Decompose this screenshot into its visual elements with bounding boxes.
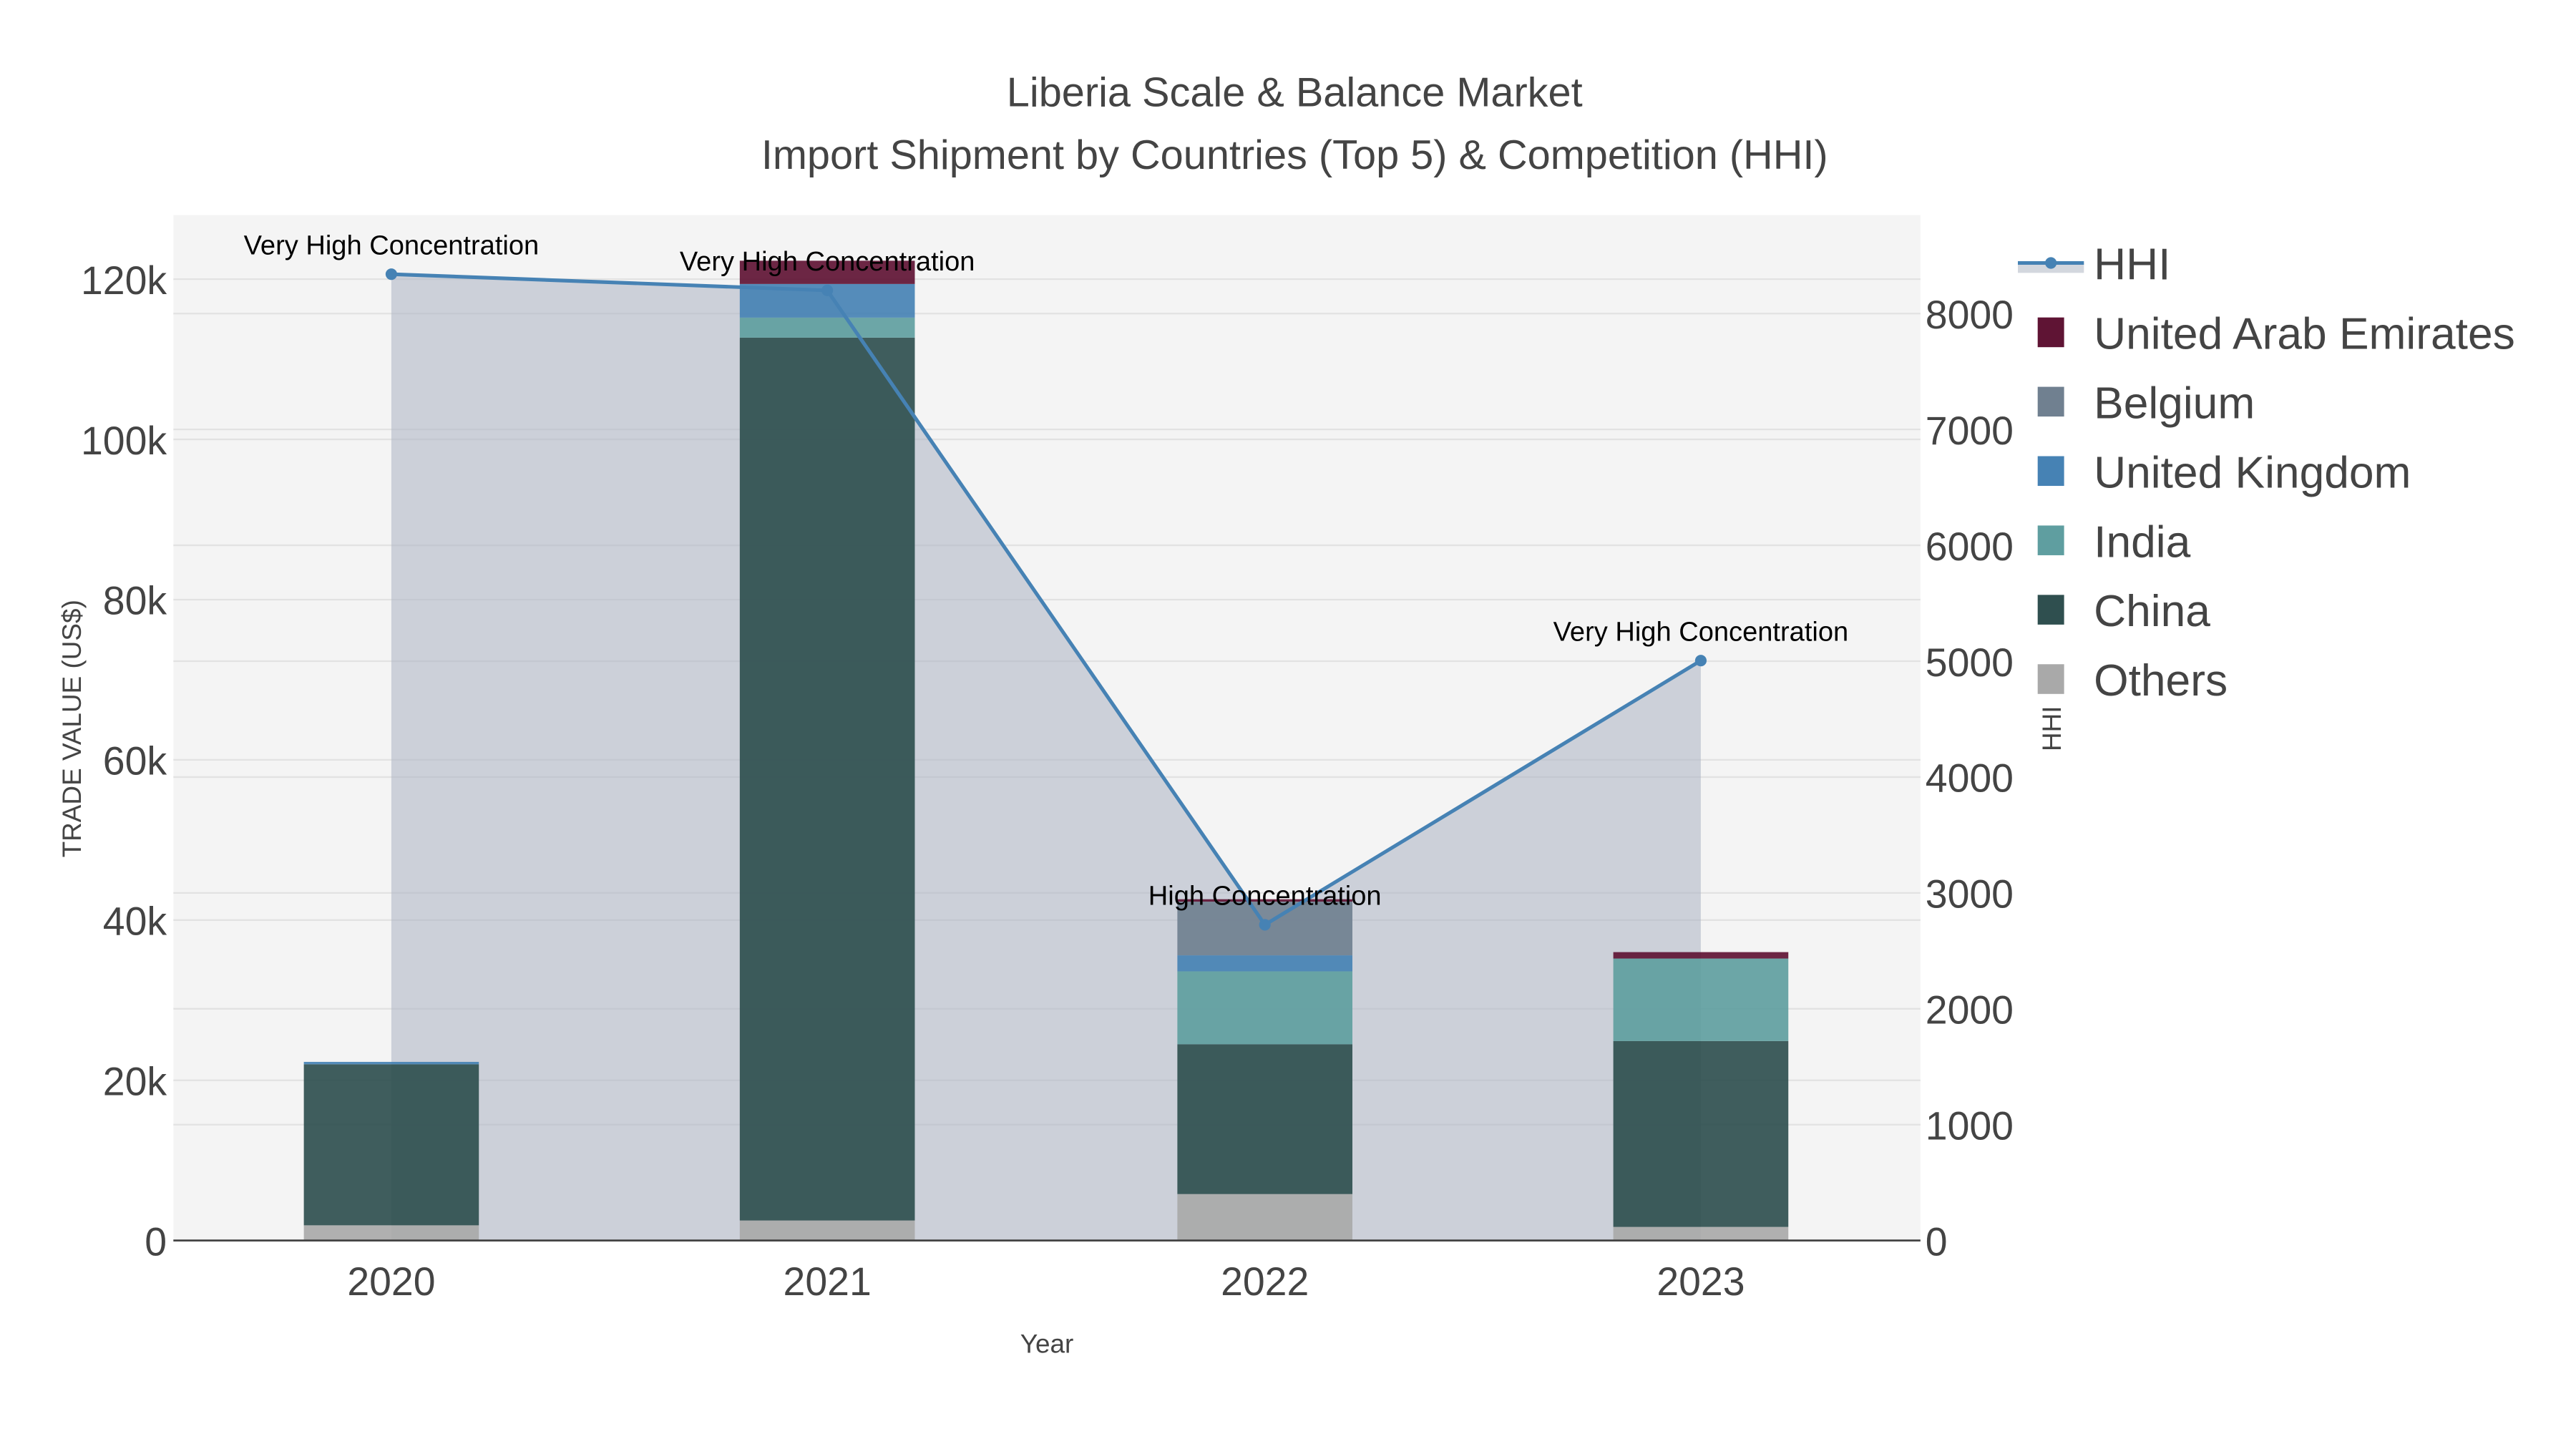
legend-label: Belgium bbox=[2094, 379, 2255, 428]
bar-india-2022 bbox=[1177, 971, 1352, 1045]
y2-tick-label: 7000 bbox=[1926, 409, 2014, 453]
y-tick-label: 60k bbox=[103, 739, 167, 784]
hhi-point bbox=[821, 284, 834, 296]
bar-india-2021 bbox=[739, 317, 915, 338]
y2-tick-label: 0 bbox=[1926, 1219, 1948, 1264]
bar-united-kingdom-2022 bbox=[1177, 955, 1352, 972]
bar-united-kingdom-2020 bbox=[303, 1061, 479, 1065]
legend-label: China bbox=[2094, 587, 2210, 636]
legend-label: HHI bbox=[2094, 240, 2170, 290]
legend-swatch-united-arab-emirates bbox=[2037, 317, 2064, 348]
chart: Very High Concentration Very High Concent… bbox=[0, 0, 2576, 1449]
x-tick-label: 2023 bbox=[1657, 1259, 1745, 1304]
y2-tick-label: 6000 bbox=[1926, 525, 2014, 569]
bar-others-2023 bbox=[1613, 1226, 1789, 1241]
x-tick-label: 2022 bbox=[1221, 1259, 1309, 1304]
legend-swatch-china bbox=[2037, 595, 2064, 625]
y-tick-label: 80k bbox=[103, 579, 167, 623]
x-axis-label: Year bbox=[1020, 1330, 1074, 1359]
legend-swatch-united-kingdom bbox=[2037, 456, 2064, 487]
y2-axis-label: HHI bbox=[2037, 706, 2067, 751]
y2-tick-label: 5000 bbox=[1926, 640, 2014, 685]
chart-subtitle: Import Shipment by Countries (Top 5) & C… bbox=[761, 132, 1828, 178]
bar-others-2022 bbox=[1177, 1194, 1352, 1241]
legend-label: United Kingdom bbox=[2094, 448, 2411, 497]
x-tick-label: 2020 bbox=[347, 1259, 435, 1304]
legend-label: Others bbox=[2094, 656, 2228, 706]
legend-label: India bbox=[2094, 517, 2190, 567]
y-axis-label: TRADE VALUE (US$) bbox=[57, 600, 87, 857]
legend-swatch-others bbox=[2037, 664, 2064, 694]
hhi-annotation: Very High Concentration bbox=[680, 247, 975, 277]
bar-china-2021 bbox=[739, 337, 915, 1221]
hhi-annotation: Very High Concentration bbox=[244, 230, 540, 260]
legend-swatch-belgium bbox=[2037, 386, 2064, 417]
bar-china-2020 bbox=[303, 1064, 479, 1226]
y-tick-label: 120k bbox=[81, 258, 167, 303]
y-tick-label: 100k bbox=[81, 419, 167, 463]
bar-united-arab-emirates-2023 bbox=[1613, 952, 1789, 959]
hhi-annotation: Very High Concentration bbox=[1553, 618, 1849, 648]
y-tick-label: 40k bbox=[103, 899, 167, 944]
legend-hhi-marker bbox=[2045, 257, 2057, 269]
y-tick-label: 20k bbox=[103, 1060, 167, 1104]
hhi-point bbox=[1259, 919, 1271, 931]
hhi-point bbox=[1694, 655, 1707, 667]
bar-china-2022 bbox=[1177, 1044, 1352, 1194]
y2-tick-label: 3000 bbox=[1926, 872, 2014, 917]
chart-title: Liberia Scale & Balance Market bbox=[1007, 69, 1583, 115]
y2-tick-label: 8000 bbox=[1926, 293, 2014, 337]
bar-india-2023 bbox=[1613, 958, 1789, 1041]
y2-tick-label: 4000 bbox=[1926, 756, 2014, 801]
legend-label: United Arab Emirates bbox=[2094, 309, 2515, 358]
y-tick-label: 0 bbox=[145, 1219, 167, 1264]
y2-tick-label: 1000 bbox=[1926, 1103, 2014, 1148]
y2-tick-label: 2000 bbox=[1926, 988, 2014, 1033]
legend-swatch-india bbox=[2037, 525, 2064, 555]
bar-china-2023 bbox=[1613, 1040, 1789, 1227]
hhi-annotation: High Concentration bbox=[1148, 882, 1382, 912]
hhi-point bbox=[385, 268, 397, 280]
bar-others-2020 bbox=[303, 1225, 479, 1241]
x-tick-label: 2021 bbox=[784, 1259, 872, 1304]
bar-others-2021 bbox=[739, 1220, 915, 1241]
